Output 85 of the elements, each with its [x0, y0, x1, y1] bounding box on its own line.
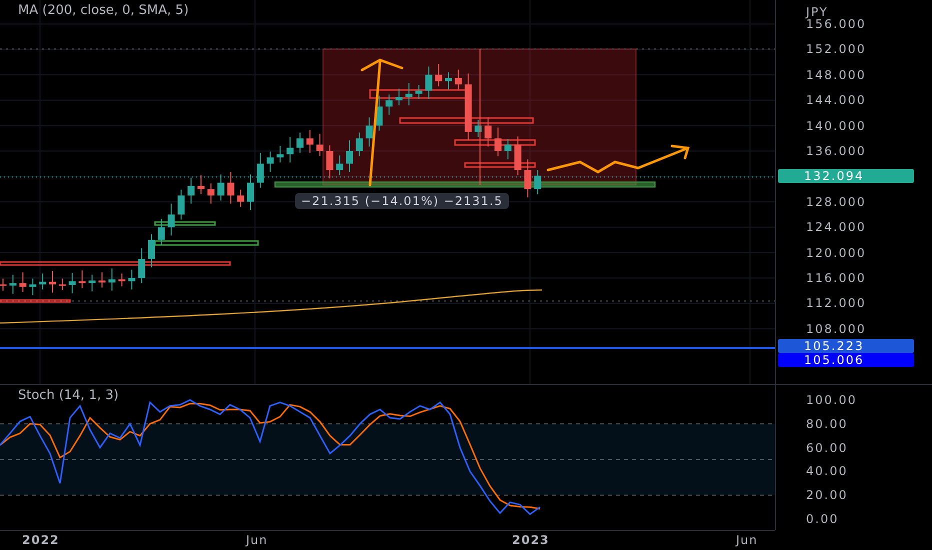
candle: [29, 278, 36, 296]
candle: [178, 189, 185, 220]
candle: [376, 95, 383, 132]
candle: [534, 170, 542, 195]
price-tag: 105.006: [778, 353, 914, 367]
candle: [425, 66, 432, 100]
axis-tick-label: 144.000: [806, 92, 866, 108]
candle: [49, 270, 56, 294]
axis-tick-label: 112.000: [806, 295, 866, 312]
candle: [198, 174, 204, 195]
axis-tick-label: 100.00: [806, 392, 857, 408]
currency-label: JPY: [806, 4, 828, 19]
time-label: Jun: [736, 533, 758, 547]
candle: [415, 84, 422, 100]
candle: [39, 273, 46, 290]
candle: [435, 64, 442, 87]
candle: [58, 278, 66, 291]
candle: [88, 274, 96, 292]
price-tag: 105.223: [778, 339, 914, 353]
candle: [138, 248, 146, 284]
axis-tick-label: 156.000: [806, 17, 866, 32]
candle: [256, 152, 264, 188]
candle: [188, 177, 195, 204]
candle: [396, 88, 402, 106]
candle: [524, 158, 532, 198]
candle: [118, 273, 126, 287]
candle: [148, 234, 155, 268]
axis-tick-label: 20.00: [806, 487, 848, 504]
zone-rectangle: [464, 162, 536, 168]
oscillator-legend: Stoch (14, 1, 3): [18, 388, 119, 403]
candle: [316, 133, 324, 157]
candle: [474, 119, 482, 138]
axis-tick-label: 152.000: [806, 41, 866, 58]
axis-tick-label: 148.000: [806, 66, 866, 83]
candle: [108, 268, 116, 292]
axis-tick-label: 124.000: [806, 219, 866, 236]
candle: [0, 278, 6, 292]
time-label: 2022: [22, 533, 60, 547]
axis-tick-label: 116.000: [806, 270, 866, 286]
candle: [484, 116, 492, 148]
candle: [68, 272, 76, 294]
axis-tick-label: 40.00: [806, 463, 848, 480]
candle: [405, 82, 412, 106]
candle: [207, 182, 214, 204]
candle: [276, 145, 284, 163]
candle: [514, 136, 522, 176]
candle: [346, 140, 353, 172]
candle: [237, 189, 244, 208]
time-label: 2023: [512, 533, 550, 547]
candle: [78, 270, 86, 289]
candle: [306, 130, 314, 154]
candle: [494, 127, 502, 157]
indicator-legend: MA (200, close, 0, SMA, 5): [18, 3, 189, 18]
axis-tick-label: 108.000: [806, 320, 866, 337]
candle: [286, 136, 294, 163]
candle: [356, 132, 363, 157]
candle: [296, 132, 304, 154]
candle: [266, 151, 274, 172]
candle: [454, 69, 462, 90]
axis-tick-label: 140.000: [806, 118, 866, 134]
axis-tick-label: 136.000: [806, 143, 866, 159]
price-tag: 132.094: [778, 169, 914, 183]
candle: [504, 138, 512, 160]
candle: [326, 144, 334, 179]
time-label: Jun: [246, 533, 268, 547]
candle: [158, 218, 165, 246]
axis-tick-label: 128.000: [806, 194, 866, 210]
candle: [128, 269, 136, 290]
candle: [9, 274, 16, 294]
axis-tick-label: 120.000: [806, 244, 866, 261]
candle: [217, 174, 224, 202]
candle: [336, 154, 344, 176]
axis-tick-label: 0.00: [806, 511, 839, 527]
candle: [464, 73, 472, 141]
measure-label: −21.315 (−14.01%) −2131.5: [295, 193, 509, 209]
candle: [247, 174, 254, 211]
candle: [366, 116, 373, 148]
candle: [227, 171, 234, 204]
candle: [445, 72, 452, 90]
axis-tick-label: 80.00: [806, 416, 848, 432]
candle: [168, 203, 175, 236]
candle: [386, 94, 393, 116]
axis-tick-label: 60.00: [806, 440, 848, 456]
candle: [19, 272, 26, 292]
candle: [98, 272, 106, 288]
